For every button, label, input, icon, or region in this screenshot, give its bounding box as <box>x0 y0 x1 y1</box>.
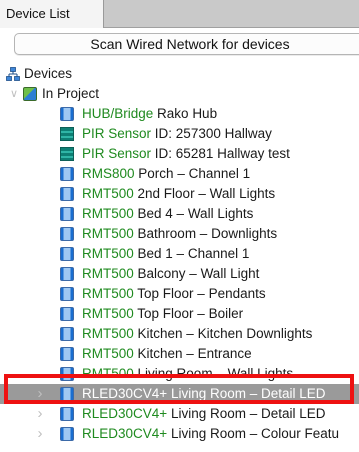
device-icon <box>60 367 74 381</box>
device-tree-item[interactable]: RMT500 Living Room – Wall Lights <box>0 364 359 384</box>
device-type: RMT500 <box>82 226 134 241</box>
tree-project-label: In Project <box>42 86 100 101</box>
device-type: RMT500 <box>82 286 134 301</box>
device-list-panel: Scan Wired Network for devices Devices ∨… <box>0 28 359 452</box>
device-type: RMT500 <box>82 346 134 361</box>
scan-wired-network-button[interactable]: Scan Wired Network for devices <box>14 33 359 55</box>
device-name: 2nd Floor – Wall Lights <box>137 186 276 201</box>
device-label: RMT500 Kitchen – Kitchen Downlights <box>82 324 312 344</box>
device-tree-item[interactable]: RMT500 Bathroom – Downlights <box>0 224 359 244</box>
device-type: RMT500 <box>82 266 134 281</box>
device-label: RMT500 Bed 1 – Channel 1 <box>82 244 249 264</box>
device-tree-item[interactable]: RMT500 Kitchen – Entrance <box>0 344 359 364</box>
device-label: PIR Sensor ID: 257300 Hallway <box>82 124 272 144</box>
device-icon <box>60 407 74 421</box>
device-label: RLED30CV4+ Living Room – Detail LED <box>82 404 326 424</box>
device-tree-item[interactable]: PIR Sensor ID: 257300 Hallway <box>0 124 359 144</box>
device-icon <box>60 167 74 181</box>
chevron-right-icon[interactable]: › <box>34 404 46 424</box>
device-icon <box>60 247 74 261</box>
device-name: Rako Hub <box>157 106 218 121</box>
device-name: Living Room – Colour Featu <box>170 426 340 441</box>
device-tree-item[interactable]: RMT500 2nd Floor – Wall Lights <box>0 184 359 204</box>
device-type: RMT500 <box>82 186 134 201</box>
device-label: RMT500 Kitchen – Entrance <box>82 344 252 364</box>
device-type: RLED30CV4+ <box>82 386 168 401</box>
device-type: RLED30CV4+ <box>82 426 168 441</box>
device-icon <box>60 207 74 221</box>
device-icon <box>60 327 74 341</box>
device-name: ID: 65281 Hallway test <box>154 146 290 161</box>
device-icon <box>60 347 74 361</box>
tree-project-node[interactable]: ∨ In Project <box>0 84 359 104</box>
device-label: RLED30CV4+ Living Room – Detail LED <box>82 384 326 404</box>
device-tree-item[interactable]: RMT500 Balcony – Wall Light <box>0 264 359 284</box>
device-tree-item[interactable]: RMT500 Kitchen – Kitchen Downlights <box>0 324 359 344</box>
device-label: RMT500 Top Floor – Boiler <box>82 304 243 324</box>
tree-root-label: Devices <box>24 66 73 81</box>
device-name: Living Room – Detail LED <box>170 406 326 421</box>
device-icon <box>60 387 74 401</box>
device-tree-item[interactable]: HUB/Bridge Rako Hub <box>0 104 359 124</box>
device-label: RMT500 Balcony – Wall Light <box>82 264 259 284</box>
device-label: RMT500 Living Room – Wall Lights <box>82 364 293 384</box>
device-tree-item[interactable]: › RLED30CV4+ Living Room – Detail LED <box>0 404 359 424</box>
device-label: RMT500 Top Floor – Pendants <box>82 284 266 304</box>
device-type: RMT500 <box>82 326 134 341</box>
device-label: RMT500 Bathroom – Downlights <box>82 224 277 244</box>
device-type: HUB/Bridge <box>82 106 154 121</box>
device-icon <box>60 287 74 301</box>
device-tree-item[interactable]: PIR Sensor ID: 65281 Hallway test <box>0 144 359 164</box>
device-tree-item[interactable]: RMS800 Porch – Channel 1 <box>0 164 359 184</box>
pir-sensor-icon <box>60 127 74 141</box>
device-icon <box>60 267 74 281</box>
device-label: PIR Sensor ID: 65281 Hallway test <box>82 144 290 164</box>
device-name: Bed 1 – Channel 1 <box>137 246 250 261</box>
chevron-right-icon[interactable]: › <box>34 424 46 444</box>
device-icon <box>60 427 74 441</box>
device-type: RMS800 <box>82 166 135 181</box>
device-name: Living Room – Detail LED <box>170 386 326 401</box>
chevron-right-icon[interactable]: › <box>34 384 46 404</box>
device-name: Kitchen – Entrance <box>137 346 252 361</box>
device-name: Porch – Channel 1 <box>138 166 251 181</box>
device-name: Living Room – Wall Lights <box>137 366 294 381</box>
device-type: RMT500 <box>82 306 134 321</box>
network-icon <box>6 67 20 81</box>
tab-device-list[interactable]: Device List <box>0 0 104 28</box>
pir-sensor-icon <box>60 147 74 161</box>
tab-bar: Device List <box>0 0 359 28</box>
device-label: RMS800 Porch – Channel 1 <box>82 164 250 184</box>
device-tree-item[interactable]: RMT500 Bed 1 – Channel 1 <box>0 244 359 264</box>
device-type: RMT500 <box>82 366 134 381</box>
device-icon <box>60 307 74 321</box>
device-icon <box>60 187 74 201</box>
device-name: Bed 4 – Wall Lights <box>137 206 254 221</box>
device-label: RMT500 2nd Floor – Wall Lights <box>82 184 275 204</box>
device-type: PIR Sensor <box>82 126 152 141</box>
device-tree-item[interactable]: RMT500 Bed 4 – Wall Lights <box>0 204 359 224</box>
device-icon <box>60 227 74 241</box>
device-name: Bathroom – Downlights <box>137 226 278 241</box>
chevron-down-icon[interactable]: ∨ <box>8 84 20 104</box>
device-tree-item[interactable]: RMT500 Top Floor – Boiler <box>0 304 359 324</box>
device-name: Top Floor – Pendants <box>137 286 266 301</box>
device-label: RLED30CV4+ Living Room – Colour Featu <box>82 424 339 444</box>
device-tree-item[interactable]: › RLED30CV4+ Living Room – Colour Featu <box>0 424 359 444</box>
device-tree-item[interactable]: › RLED30CV4+ Living Room – Detail LED <box>0 384 359 404</box>
device-type: RMT500 <box>82 246 134 261</box>
device-name: ID: 257300 Hallway <box>154 126 272 141</box>
device-type: RMT500 <box>82 206 134 221</box>
device-name: Kitchen – Kitchen Downlights <box>137 326 313 341</box>
device-label: HUB/Bridge Rako Hub <box>82 104 217 124</box>
device-type: PIR Sensor <box>82 146 152 161</box>
hub-icon <box>60 107 74 121</box>
project-icon <box>23 87 37 101</box>
device-name: Balcony – Wall Light <box>137 266 260 281</box>
device-tree-item[interactable]: RMT500 Top Floor – Pendants <box>0 284 359 304</box>
device-name: Top Floor – Boiler <box>137 306 244 321</box>
device-type: RLED30CV4+ <box>82 406 168 421</box>
tree-root-devices[interactable]: Devices <box>0 64 359 84</box>
device-label: RMT500 Bed 4 – Wall Lights <box>82 204 253 224</box>
